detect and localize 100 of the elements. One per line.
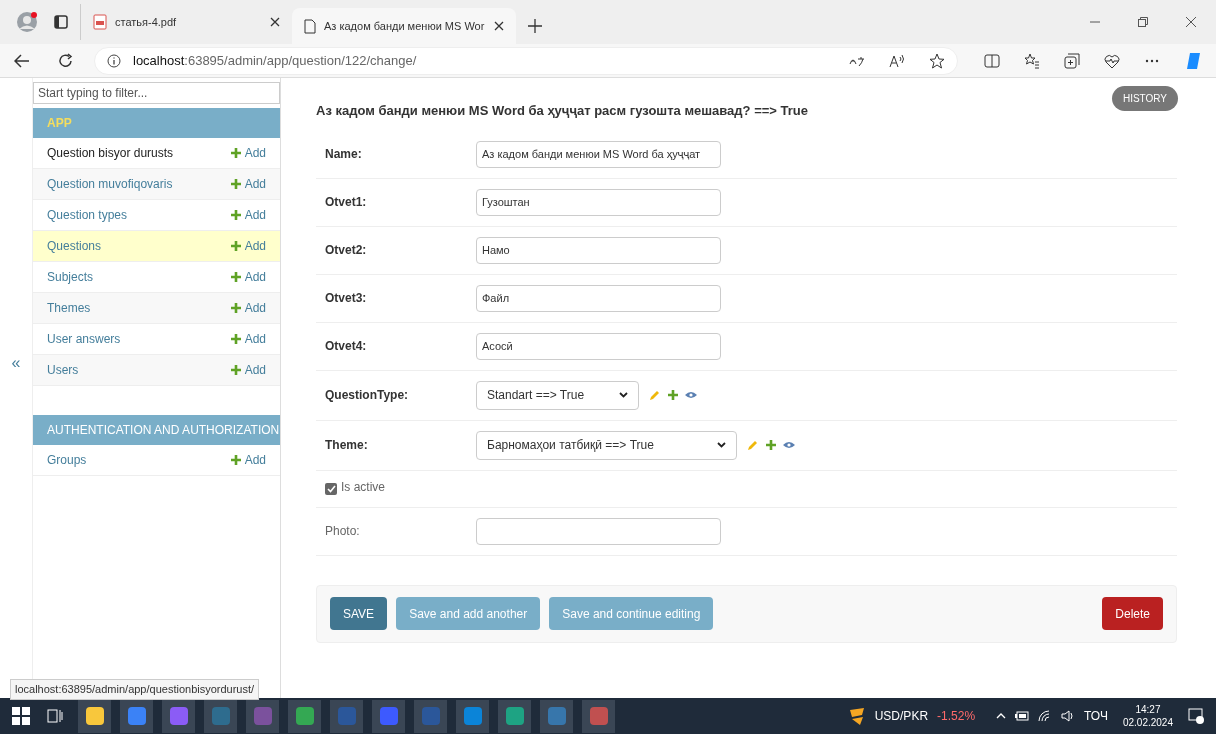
battery-icon[interactable]	[1015, 711, 1030, 721]
split-screen-icon[interactable]	[984, 52, 1000, 69]
info-icon	[107, 53, 121, 68]
add-link[interactable]: Add	[230, 330, 266, 348]
model-link[interactable]: Question muvofiqovaris	[47, 175, 231, 193]
chevron-up-icon[interactable]	[996, 713, 1007, 719]
model-link[interactable]: User answers	[47, 330, 231, 348]
model-link[interactable]: Question types	[47, 206, 231, 224]
add-link[interactable]: Add	[230, 144, 266, 162]
collections-icon[interactable]	[1064, 52, 1080, 69]
field-label: QuestionType:	[325, 387, 410, 404]
plus-icon	[230, 334, 241, 344]
field-label: Theme:	[325, 437, 369, 454]
clock-date[interactable]: 02.02.2024	[1122, 716, 1173, 729]
add-link[interactable]: Add	[230, 268, 266, 286]
notifications-icon[interactable]	[1188, 708, 1204, 724]
save-button[interactable]: Save and continue editing	[549, 597, 714, 630]
plus-icon	[230, 148, 241, 158]
copilot-icon[interactable]	[1186, 51, 1202, 70]
add-link[interactable]: Add	[230, 206, 266, 224]
windows-start-icon[interactable]	[12, 707, 30, 725]
eye-icon[interactable]	[685, 391, 697, 399]
module-caption[interactable]: AUTHENTICATION AND AUTHORIZATION	[33, 415, 280, 445]
favorites-icon[interactable]	[1024, 52, 1040, 69]
text-input[interactable]: Аз кадом банди менюи MS Word ба ҳуҷҷат	[476, 140, 721, 168]
address-bar[interactable]: localhost:63895/admin/app/question/122/change/	[94, 46, 958, 75]
add-link[interactable]: Add	[230, 361, 266, 379]
select-dropdown[interactable]: Барномаҳои татбиқӣ ==> True	[476, 430, 737, 460]
taskbar-app[interactable]	[582, 699, 615, 733]
taskbar-app[interactable]	[78, 699, 111, 733]
ticker-change: -1.52%	[937, 708, 976, 725]
plus-icon[interactable]	[668, 390, 678, 400]
read-aloud-icon[interactable]	[889, 53, 905, 68]
model-link[interactable]: Themes	[47, 299, 231, 317]
plus-icon	[230, 365, 241, 375]
taskbar-app[interactable]	[456, 699, 489, 733]
close-icon[interactable]	[270, 17, 280, 27]
browser-tab[interactable]: Аз кадом банди менюи MS Wor	[292, 8, 516, 44]
model-link[interactable]: Users	[47, 361, 231, 379]
model-link[interactable]: Questions	[47, 237, 231, 255]
taskbar-app[interactable]	[372, 699, 405, 733]
chevron-down-icon	[717, 442, 726, 448]
filter-input[interactable]: Start typing to filter...	[33, 82, 280, 104]
browser-tab[interactable]: статья-4.pdf	[80, 4, 292, 40]
checkbox[interactable]	[325, 482, 337, 495]
add-link[interactable]: Add	[230, 175, 266, 193]
model-row[interactable]: Themes Add	[33, 293, 280, 324]
plus-icon[interactable]	[766, 440, 776, 450]
text-input[interactable]: Намо	[476, 236, 721, 264]
file-input[interactable]	[476, 517, 721, 545]
plus-icon	[230, 210, 241, 220]
taskbar-app[interactable]	[288, 699, 321, 733]
eye-icon[interactable]	[783, 441, 795, 449]
text-input[interactable]: Асосӣ	[476, 332, 721, 360]
plus-icon	[230, 303, 241, 313]
add-link[interactable]: Add	[230, 299, 266, 317]
history-button[interactable]: HISTORY	[1111, 86, 1178, 111]
select-dropdown[interactable]: Standart ==> True	[476, 380, 639, 410]
model-link[interactable]: Subjects	[47, 268, 231, 286]
profile-avatar-icon[interactable]	[16, 11, 38, 33]
stock-ticker-icon	[847, 706, 866, 726]
taskbar-app[interactable]	[204, 699, 237, 733]
taskbar-app[interactable]	[540, 699, 573, 733]
add-link[interactable]: Add	[230, 451, 266, 469]
model-row[interactable]: Question muvofiqovaris Add	[33, 169, 280, 200]
close-icon[interactable]	[1186, 17, 1196, 27]
collapse-sidebar-button[interactable]: «	[11, 351, 21, 375]
taskbar-app[interactable]	[498, 699, 531, 733]
ticker-symbol: USD/PKR	[874, 708, 929, 725]
task-view-icon[interactable]	[47, 708, 63, 724]
taskbar-app[interactable]	[120, 699, 153, 733]
restore-icon[interactable]	[1138, 17, 1148, 27]
page-icon	[304, 18, 316, 34]
save-button[interactable]: Save and add another	[396, 597, 541, 630]
close-icon[interactable]	[494, 21, 504, 31]
language-indicator[interactable]: ТОЧ	[1084, 707, 1108, 725]
taskbar-app[interactable]	[162, 699, 195, 733]
tab-actions-icon[interactable]	[54, 15, 68, 29]
new-tab-icon[interactable]	[528, 19, 542, 33]
delete-button[interactable]: Delete	[1102, 597, 1163, 630]
plus-icon	[230, 455, 241, 465]
model-link[interactable]: Question bisyor durusts	[47, 144, 231, 162]
favorite-star-icon[interactable]	[929, 52, 945, 69]
text-input[interactable]: Файл	[476, 284, 721, 312]
model-row[interactable]: Questions Add	[33, 231, 280, 262]
text-input[interactable]: Гузоштан	[476, 188, 721, 216]
plus-icon	[230, 272, 241, 282]
clock-time[interactable]: 14:27	[1135, 703, 1161, 716]
url-text: localhost:63895/admin/app/question/122/change/	[133, 51, 418, 70]
model-row[interactable]: Users Add	[33, 355, 280, 386]
speaker-icon[interactable]	[1061, 710, 1076, 722]
save-button[interactable]: SAVE	[330, 597, 388, 630]
back-icon[interactable]	[14, 53, 30, 68]
pdf-file-icon	[93, 14, 107, 30]
model-link[interactable]: Groups	[47, 451, 231, 469]
field-label: Otvet1:	[325, 194, 368, 211]
heart-pulse-icon[interactable]	[1104, 52, 1120, 69]
add-link[interactable]: Add	[230, 237, 266, 255]
chevron-down-icon	[619, 392, 628, 398]
refresh-icon[interactable]	[58, 52, 74, 69]
